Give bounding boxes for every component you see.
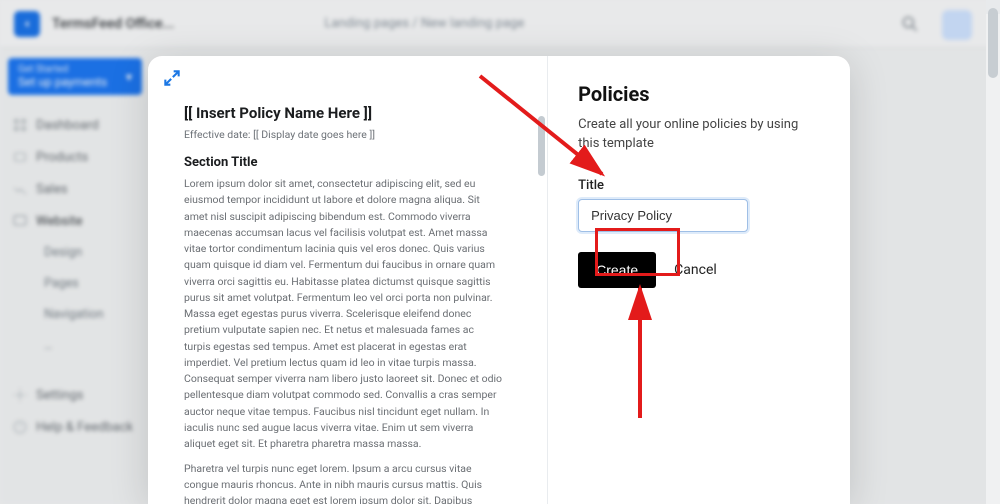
dialog-actions: Create Cancel	[578, 252, 810, 288]
policy-title: [[ Insert Policy Name Here ]]	[184, 104, 503, 122]
template-preview-content: [[ Insert Policy Name Here ]] Effective …	[148, 56, 539, 504]
preview-scrollbar[interactable]	[538, 116, 545, 176]
cancel-link[interactable]: Cancel	[674, 262, 717, 278]
dialog-title: Policies	[578, 82, 810, 106]
template-preview-pane: [[ Insert Policy Name Here ]] Effective …	[148, 56, 548, 504]
scrollbar-thumb[interactable]	[988, 8, 998, 78]
body-paragraph: Lorem ipsum dolor sit amet, consectetur …	[184, 176, 503, 453]
title-label: Title	[578, 178, 810, 193]
create-button[interactable]: Create	[578, 252, 656, 288]
title-input[interactable]	[578, 199, 748, 232]
create-policy-dialog: [[ Insert Policy Name Here ]] Effective …	[148, 56, 850, 504]
dialog-description: Create all your online policies by using…	[578, 116, 810, 154]
body-paragraph: Pharetra vel turpis nunc eget lorem. Ips…	[184, 461, 503, 504]
effective-date: Effective date: [[ Display date goes her…	[184, 128, 503, 141]
section-heading: Section Title	[184, 155, 503, 170]
page-scrollbar[interactable]	[986, 0, 1000, 504]
dialog-form-pane: Policies Create all your online policies…	[548, 56, 850, 504]
